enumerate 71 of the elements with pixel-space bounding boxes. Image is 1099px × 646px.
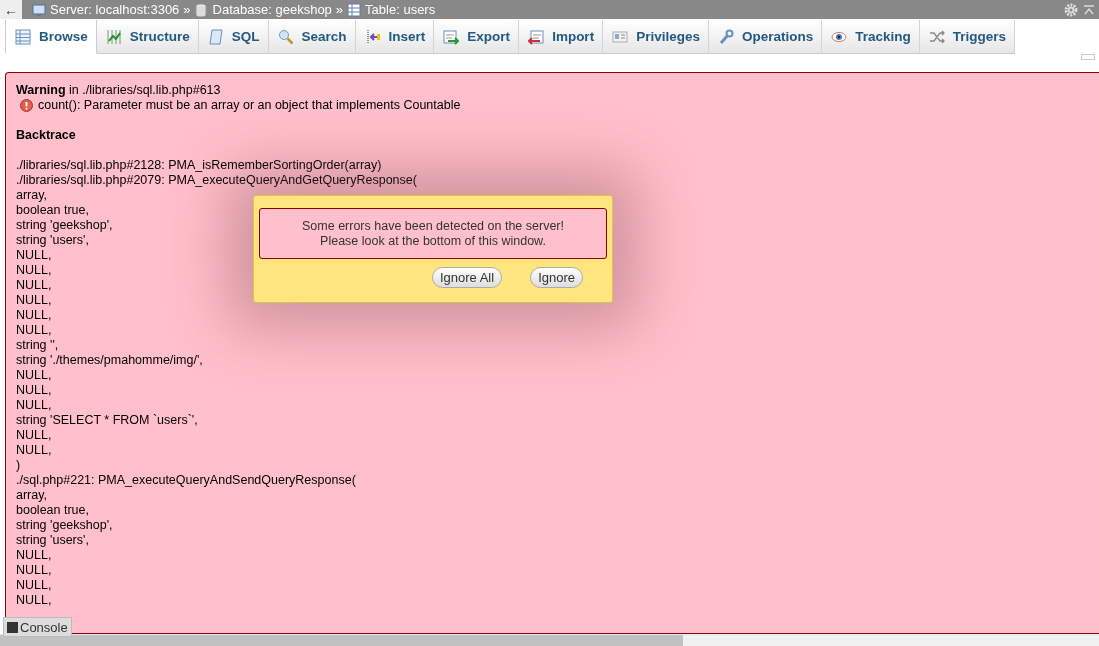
breadcrumb-link[interactable]: Server: localhost:3306 bbox=[50, 2, 180, 17]
backtrace-line: ./libraries/sql.lib.php#2079: PMA_executeQueryAndGetQueryResponse( bbox=[16, 173, 417, 188]
warning-heading: Warning in ./libraries/sql.lib.php#613 bbox=[16, 83, 221, 98]
backtrace-line: NULL, bbox=[16, 293, 52, 308]
backtrace-line: array, bbox=[16, 188, 48, 203]
backtrace-line: string 'SELECT * FROM `users`', bbox=[16, 413, 198, 428]
ignore-all-button[interactable]: Ignore All bbox=[431, 267, 503, 288]
backtrace-line: NULL, bbox=[16, 368, 52, 383]
back-button[interactable]: ← bbox=[0, 0, 22, 19]
backtrace-line: NULL, bbox=[16, 278, 52, 293]
error-message: count(): Parameter must be an array or an object that implements Countable bbox=[38, 98, 461, 113]
backtrace-line: string './themes/pmahomme/img/', bbox=[16, 353, 203, 368]
search-icon bbox=[277, 28, 294, 45]
table-icon bbox=[15, 28, 31, 45]
backtrace-line: boolean true, bbox=[16, 503, 89, 518]
dialog-message: Some errors have been detected on the server! Please look at the bottom of this window. bbox=[259, 208, 607, 259]
backtrace-line: string '', bbox=[16, 338, 59, 353]
tab[interactable]: Privileges bbox=[603, 20, 709, 54]
breadcrumb-link[interactable]: Table: users bbox=[365, 2, 436, 17]
tab[interactable]: Operations bbox=[708, 20, 823, 54]
backtrace-line: string 'users', bbox=[16, 533, 89, 548]
backtrace-line: NULL, bbox=[16, 548, 52, 563]
tab[interactable]: Triggers bbox=[919, 20, 1015, 54]
tab[interactable]: Structure bbox=[96, 20, 199, 54]
backtrace-line: NULL, bbox=[16, 578, 52, 593]
backtrace-line: NULL, bbox=[16, 593, 52, 608]
backtrace-title: Backtrace bbox=[16, 128, 76, 143]
backtrace-line: NULL, bbox=[16, 563, 52, 578]
wrench-icon bbox=[717, 28, 734, 45]
tab[interactable]: Insert bbox=[355, 20, 435, 54]
backtrace-line: string 'geekshop', bbox=[16, 218, 113, 233]
backtrace-line: NULL, bbox=[16, 428, 52, 443]
tab[interactable]: Export bbox=[434, 20, 520, 54]
sheet-icon bbox=[1081, 54, 1095, 60]
table-icon bbox=[347, 2, 362, 17]
error-icon bbox=[20, 99, 33, 112]
backtrace-line: ./sql.php#221: PMA_executeQueryAndSendQueryResponse( bbox=[16, 473, 356, 488]
tab[interactable]: Search bbox=[268, 20, 356, 54]
backtrace-line: boolean true, bbox=[16, 203, 89, 218]
terminal-icon bbox=[7, 621, 18, 633]
backtrace-line: string 'geekshop', bbox=[16, 518, 113, 533]
backtrace-line: NULL, bbox=[16, 308, 52, 323]
backtrace-line: NULL, bbox=[16, 263, 52, 278]
breadcrumb-separator: » bbox=[183, 2, 191, 17]
database-icon bbox=[194, 2, 209, 17]
ignore-button[interactable]: Ignore bbox=[530, 267, 583, 288]
breadcrumb-link[interactable]: Database: geekshop bbox=[212, 2, 332, 17]
breadcrumb-separator: » bbox=[335, 2, 344, 17]
export-icon bbox=[443, 28, 460, 45]
insert-icon bbox=[364, 28, 381, 45]
tab[interactable]: SQL bbox=[198, 20, 269, 54]
id-card-icon bbox=[612, 28, 629, 45]
backtrace-line: string 'users', bbox=[16, 233, 89, 248]
backtrace-line: NULL, bbox=[16, 398, 52, 413]
tab[interactable]: Import bbox=[519, 20, 604, 54]
import-icon bbox=[528, 28, 545, 45]
collapse-icon bbox=[1083, 3, 1095, 16]
tab[interactable]: Tracking bbox=[822, 20, 920, 54]
document-icon bbox=[207, 28, 224, 45]
backtrace-line: array, bbox=[16, 488, 48, 503]
backtrace-line: NULL, bbox=[16, 443, 52, 458]
shuffle-icon bbox=[928, 28, 945, 45]
backtrace-line: NULL, bbox=[16, 248, 52, 263]
tab[interactable]: Browse bbox=[5, 20, 97, 54]
backtrace-line: ) bbox=[16, 458, 21, 473]
backtrace-line: NULL, bbox=[16, 323, 52, 338]
structure-icon bbox=[105, 28, 122, 45]
backtrace-line: NULL, bbox=[16, 383, 52, 398]
console-tab[interactable]: Console bbox=[3, 617, 72, 637]
monitor-icon bbox=[32, 2, 46, 17]
backtrace-line: ./libraries/sql.lib.php#2128: PMA_isRememberSortingOrder(array) bbox=[16, 158, 382, 173]
